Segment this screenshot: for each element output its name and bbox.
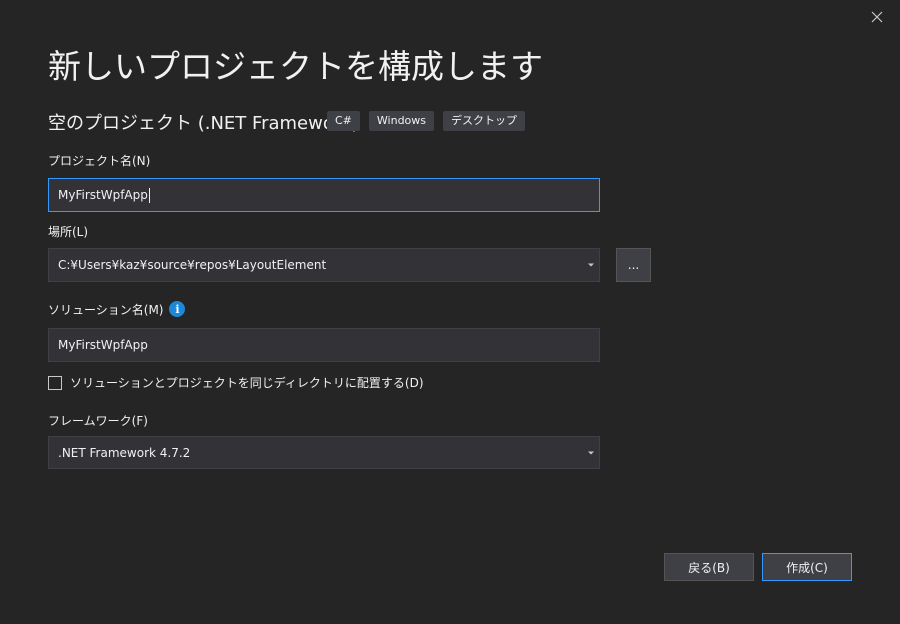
framework-label: フレームワーク(F): [48, 412, 148, 429]
framework-value: .NET Framework 4.7.2: [58, 445, 191, 460]
project-name-value: MyFirstWpfApp: [58, 188, 148, 202]
close-icon: [871, 11, 883, 23]
back-button[interactable]: 戻る(B): [664, 553, 754, 581]
info-icon[interactable]: i: [169, 301, 186, 317]
tag-platform: Windows: [368, 111, 435, 131]
same-directory-checkbox[interactable]: [48, 375, 62, 390]
solution-name-value: MyFirstWpfApp: [58, 338, 148, 352]
location-label-text: 場所(L): [48, 225, 89, 239]
solution-name-input[interactable]: MyFirstWpfApp: [48, 328, 600, 362]
project-name-input[interactable]: MyFirstWpfApp: [48, 178, 600, 212]
same-directory-checkbox-row[interactable]: ソリューションとプロジェクトを同じディレクトリに配置する(D): [48, 374, 424, 391]
browse-button[interactable]: ...: [616, 248, 651, 282]
browse-button-label: ...: [627, 258, 640, 272]
framework-combobox[interactable]: .NET Framework 4.7.2: [48, 436, 600, 469]
project-name-label-text: プロジェクト名(N): [48, 154, 151, 168]
text-caret: [148, 187, 150, 203]
chevron-down-icon[interactable]: [588, 263, 594, 267]
create-button-label: 作成(C): [786, 560, 828, 575]
location-combobox[interactable]: C:¥Users¥kaz¥source¥repos¥LayoutElement: [48, 248, 600, 282]
location-value: C:¥Users¥kaz¥source¥repos¥LayoutElement: [58, 258, 327, 272]
project-name-label: プロジェクト名(N): [48, 152, 150, 169]
solution-name-label: ソリューション名(M) i: [48, 300, 186, 318]
dialog-title: 新しいプロジェクトを構成します: [48, 47, 543, 86]
tag-project-type: デスクトップ: [443, 111, 526, 131]
configure-project-dialog: 新しいプロジェクトを構成します 空のプロジェクト (.NET Framework…: [0, 0, 900, 624]
tag-language: C#: [327, 111, 360, 131]
create-button[interactable]: 作成(C): [762, 553, 852, 581]
same-directory-label: ソリューションとプロジェクトを同じディレクトリに配置する(D): [70, 376, 424, 390]
location-label: 場所(L): [48, 223, 88, 240]
back-button-label: 戻る(B): [688, 560, 730, 575]
solution-name-label-text: ソリューション名(M): [48, 302, 164, 317]
template-tags: C# Windows デスクトップ: [327, 111, 526, 131]
template-name: 空のプロジェクト (.NET Framework): [48, 113, 359, 134]
framework-label-text: フレームワーク(F): [48, 414, 148, 428]
close-button[interactable]: [866, 6, 888, 28]
chevron-down-icon[interactable]: [588, 451, 594, 454]
